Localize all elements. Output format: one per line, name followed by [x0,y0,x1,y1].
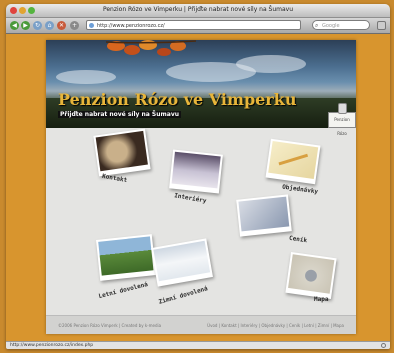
menu-link-zimni-dovolena[interactable]: Zimní dovolená [158,285,209,306]
reload-icon[interactable]: ↻ [33,21,42,30]
kontakt-photo[interactable] [93,128,151,177]
pension-sign: Penzion Rózo [328,103,356,136]
search-icon: ⌕ [315,22,319,29]
add-bookmark-icon[interactable]: + [70,21,79,30]
sidebar-toggle-button[interactable] [377,21,386,30]
back-icon[interactable]: ◀ [10,21,19,30]
search-placeholder: Google [322,23,340,29]
zimni-photo[interactable] [151,238,213,287]
letni-photo[interactable] [96,234,156,281]
window-title: Penzion Rózo ve Vimperku | Přijďte nabra… [102,6,294,13]
title-bar: Penzion Rózo ve Vimperku | Přijďte nabra… [6,4,390,18]
menu-link-cenik[interactable]: Ceník [289,235,308,244]
menu-link-kontakt[interactable]: Kontakt [102,173,128,184]
site-header: Penzion Rózo ve Vimperku Přijďte nabrat … [46,40,356,136]
url-text: http://www.penzionrozo.cz/ [97,23,165,29]
mapa-photo[interactable] [285,251,337,300]
menu-link-mapa[interactable]: Mapa [314,296,328,303]
url-bar[interactable]: http://www.penzionrozo.cz/ [86,20,301,30]
browser-toolbar: ◀ ▶ ↻ ⌂ ✕ + http://www.penzionrozo.cz/ ⌕… [6,18,390,34]
home-icon[interactable]: ⌂ [45,21,54,30]
status-text: http://www.penzionrozo.cz/index.php [10,343,94,348]
menu-link-interiery[interactable]: Interiéry [174,192,207,205]
browser-window: Penzion Rózo ve Vimperku | Přijďte nabra… [6,4,390,349]
autumn-leaves-icon [106,40,196,56]
site-title[interactable]: Penzion Rózo ve Vimperku [58,90,296,109]
objednavky-photo[interactable] [265,138,321,185]
interiery-photo[interactable] [169,149,223,194]
site-footer: ©2006 Penzion Rózo Vimperk | Created by … [46,315,356,334]
web-page: Penzion Rózo ve Vimperku Přijďte nabrat … [46,40,356,334]
forward-icon[interactable]: ▶ [21,21,30,30]
menu-link-letni-dovolena[interactable]: Letní dovolená [98,281,149,300]
status-bar: http://www.penzionrozo.cz/index.php [6,341,390,349]
page-viewport: Penzion Rózo ve Vimperku Přijďte nabrat … [6,34,390,341]
search-input[interactable]: ⌕ Google [312,20,370,30]
footer-copyright: ©2006 Penzion Rózo Vimperk | Created by … [58,323,162,328]
site-subtitle: Přijďte nabrat nové síly na Šumavu [58,111,182,118]
footer-links[interactable]: Úvod | Kontakt | Interiéry | Objednávky … [207,323,344,328]
cenik-photo[interactable] [236,194,292,237]
resize-grip-icon[interactable] [381,343,386,348]
site-globe-icon [89,23,94,28]
stop-icon[interactable]: ✕ [57,21,66,30]
